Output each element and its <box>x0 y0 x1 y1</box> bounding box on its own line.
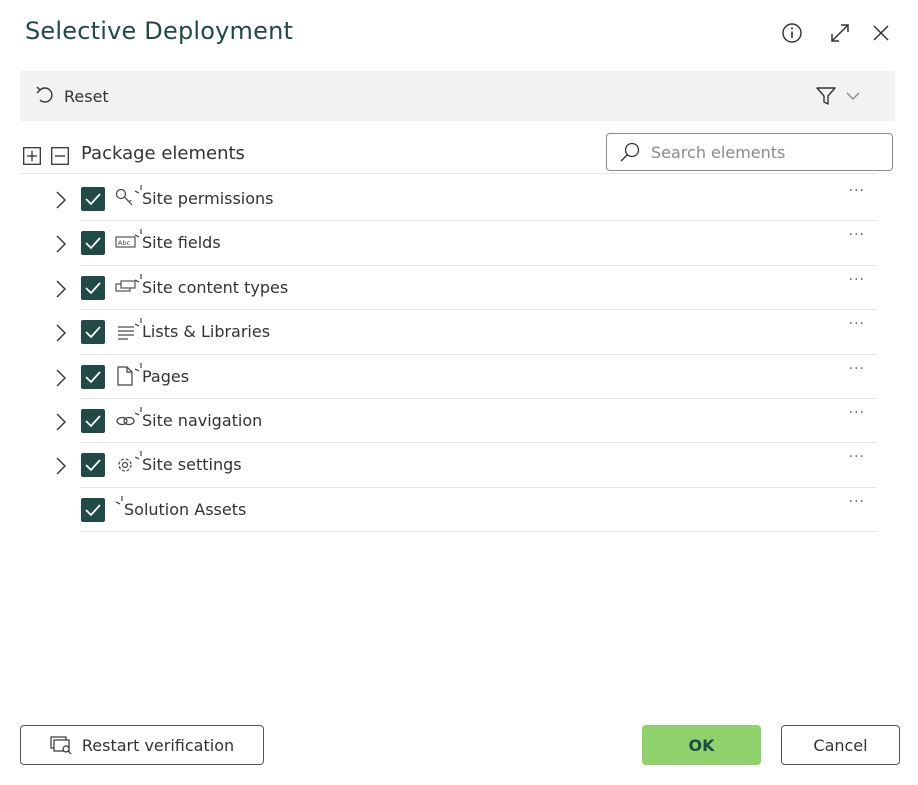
tree-row-label: Lists & Libraries <box>142 322 271 342</box>
package-elements-heading: Package elements <box>81 143 245 164</box>
svg-text:Abc: Abc <box>118 239 131 247</box>
tree-row-solution-assets[interactable]: Solution Assets ··· <box>20 488 877 533</box>
expand-all-icon[interactable] <box>23 147 41 165</box>
chevron-right-icon[interactable] <box>54 234 68 254</box>
cancel-button[interactable]: Cancel <box>781 725 900 765</box>
more-options-icon[interactable]: ··· <box>849 227 865 243</box>
chevron-right-icon[interactable] <box>54 368 68 388</box>
checkbox-checked[interactable] <box>81 364 105 389</box>
chevron-right-icon[interactable] <box>54 190 68 210</box>
tree-row-site-content-types[interactable]: Site content types ··· <box>20 266 877 311</box>
checkbox-checked[interactable] <box>81 275 105 300</box>
tree-row-site-fields[interactable]: Abc Site fields ··· <box>20 221 877 266</box>
more-options-icon[interactable]: ··· <box>849 316 865 332</box>
close-icon[interactable] <box>870 22 892 44</box>
tree-row-label: Solution Assets <box>124 499 247 519</box>
chevron-right-icon[interactable] <box>54 456 68 476</box>
tree-row-label: Site permissions <box>142 189 274 208</box>
chevron-down-icon <box>845 88 861 108</box>
more-options-icon[interactable]: ··· <box>849 494 865 510</box>
chevron-right-icon[interactable] <box>54 323 68 343</box>
maximize-icon[interactable] <box>829 22 851 44</box>
filter-icon <box>815 85 837 111</box>
tree-row-label: Pages <box>142 366 190 386</box>
reset-label: Reset <box>64 86 109 106</box>
filter-button[interactable] <box>815 85 861 111</box>
checkbox-checked[interactable] <box>81 408 105 433</box>
info-icon[interactable] <box>781 22 803 44</box>
checkbox-checked[interactable] <box>81 187 105 211</box>
ok-button[interactable]: OK <box>642 725 761 765</box>
checkbox-checked[interactable] <box>81 497 105 522</box>
tree-header: Package elements <box>20 133 895 173</box>
tree-row-site-navigation[interactable]: Site navigation ··· <box>20 399 877 444</box>
more-options-icon[interactable]: ··· <box>849 183 865 199</box>
search-box <box>606 133 893 171</box>
toolbar: Reset <box>20 71 895 121</box>
checkbox-checked[interactable] <box>81 231 105 256</box>
more-options-icon[interactable]: ··· <box>849 449 865 465</box>
more-options-icon[interactable]: ··· <box>849 272 865 288</box>
collapse-all-icon[interactable] <box>51 147 69 165</box>
restart-verification-button[interactable]: Restart verification <box>20 725 264 765</box>
tree-row-site-permissions[interactable]: Site permissions ··· <box>20 177 877 222</box>
dialog-title: Selective Deployment <box>25 17 294 45</box>
search-input[interactable] <box>649 141 883 163</box>
restart-verification-label: Restart verification <box>81 735 235 755</box>
checkbox-checked[interactable] <box>81 320 105 345</box>
chevron-right-icon[interactable] <box>54 412 68 432</box>
checkbox-checked[interactable] <box>81 453 105 478</box>
more-options-icon[interactable]: ··· <box>849 361 865 377</box>
tree-row-label: Site content types <box>142 277 289 297</box>
tree-row-site-settings[interactable]: Site settings ··· <box>20 443 877 488</box>
tree-row-label: Site settings <box>142 455 242 475</box>
search-icon <box>619 141 641 167</box>
restart-verification-icon <box>50 735 72 755</box>
reset-button[interactable]: Reset <box>34 85 109 107</box>
chevron-right-icon[interactable] <box>54 279 68 299</box>
header-divider <box>20 173 877 174</box>
undo-icon <box>34 84 54 108</box>
tree-row-label: Site fields <box>142 233 221 253</box>
tree-list: Site permissions ··· Abc Site fields ···… <box>20 177 877 533</box>
tree-row-lists-libraries[interactable]: Lists & Libraries ··· <box>20 310 877 355</box>
more-options-icon[interactable]: ··· <box>849 405 865 421</box>
tree-row-pages[interactable]: Pages ··· <box>20 355 877 399</box>
tree-row-label: Site navigation <box>142 410 263 430</box>
